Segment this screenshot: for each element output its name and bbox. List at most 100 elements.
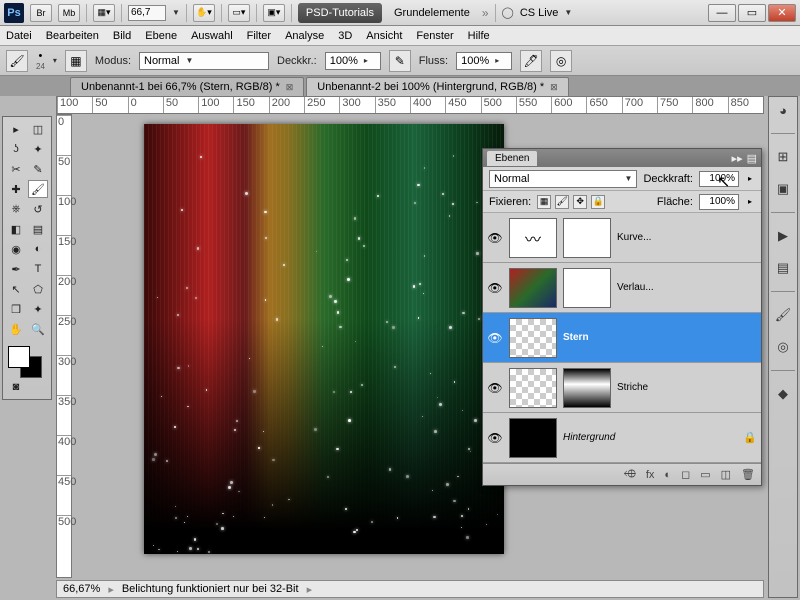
brush-tool[interactable]: 🖌 (28, 180, 48, 198)
delete-layer-icon[interactable]: 🗑 (741, 468, 755, 481)
maximize-button[interactable]: ▭ (738, 4, 766, 22)
color-swatches[interactable] (6, 344, 48, 376)
lock-all-icon[interactable]: 🔒 (591, 195, 605, 209)
visibility-icon[interactable]: 👁 (487, 331, 503, 345)
panel-menu-icon[interactable]: ▤ (747, 152, 757, 165)
document-tab-2[interactable]: Unbenannt-2 bei 100% (Hintergrund, RGB/8… (306, 77, 568, 96)
close-button[interactable]: ✕ (768, 4, 796, 22)
visibility-icon[interactable]: 👁 (487, 431, 503, 445)
fill-field[interactable] (699, 194, 739, 210)
zoom-tool[interactable]: 🔍 (28, 320, 48, 338)
pressure-opacity-icon[interactable]: ✎ (389, 50, 411, 72)
lock-position-icon[interactable]: ✥ (573, 195, 587, 209)
foreground-swatch[interactable] (8, 346, 30, 368)
type-tool[interactable]: T (28, 260, 48, 278)
arrange-button[interactable]: ▭▾ (228, 4, 250, 22)
cslive-button[interactable]: CS Live (520, 7, 559, 19)
flow-field[interactable]: 100%▸ (456, 52, 512, 70)
blur-tool[interactable]: ◉ (6, 240, 26, 258)
menu-3d[interactable]: 3D (338, 30, 352, 42)
workspace-name[interactable]: Grundelemente (388, 7, 476, 19)
visibility-icon[interactable]: 👁 (487, 381, 503, 395)
cslive-dropdown-icon[interactable]: ▼ (564, 8, 572, 17)
close-tab-icon[interactable]: ⊠ (286, 82, 294, 93)
layer-mask-icon[interactable]: ◐ (664, 469, 671, 481)
hand-tool[interactable]: ✋ (6, 320, 26, 338)
pressure-size-icon[interactable]: ◎ (550, 50, 572, 72)
menu-ansicht[interactable]: Ansicht (366, 30, 402, 42)
document-tab-1[interactable]: Unbenannt-1 bei 66,7% (Stern, RGB/8) * ⊠ (70, 77, 304, 96)
layer-blend-select[interactable]: Normal ▼ (489, 170, 637, 188)
workspace-more-icon[interactable]: » (482, 6, 489, 20)
bridge-button[interactable]: Br (30, 4, 52, 22)
brush-panel-icon[interactable]: 🖌 (773, 306, 793, 324)
menu-analyse[interactable]: Analyse (285, 30, 324, 42)
layers-tab[interactable]: Ebenen (487, 151, 537, 166)
view-extras-button[interactable]: ▦▾ (93, 4, 115, 22)
marquee-tool[interactable]: ◫ (28, 120, 48, 138)
layers-dock-icon[interactable]: ◆ (773, 385, 793, 403)
quickmask-button[interactable]: ◙ (6, 378, 26, 396)
menu-bearbeiten[interactable]: Bearbeiten (46, 30, 99, 42)
layer-row[interactable]: 👁〰Kurve... (483, 213, 761, 263)
layer-opacity-field[interactable] (699, 171, 739, 187)
menu-auswahl[interactable]: Auswahl (191, 30, 233, 42)
new-layer-icon[interactable]: ◫ (721, 468, 731, 481)
dodge-tool[interactable]: ◐ (28, 240, 48, 258)
path-select-tool[interactable]: ↖ (6, 280, 26, 298)
layer-row[interactable]: 👁Stern (483, 313, 761, 363)
lock-transparent-icon[interactable]: ▦ (537, 195, 551, 209)
opacity-field[interactable]: 100%▸ (325, 52, 381, 70)
airbrush-icon[interactable]: 🖊 (520, 50, 542, 72)
hand-tool-button[interactable]: ✋▾ (193, 4, 215, 22)
shape-tool[interactable]: ⬠ (28, 280, 48, 298)
group-icon[interactable]: ▭ (700, 468, 710, 481)
status-zoom[interactable]: 66,67% (63, 583, 100, 595)
stamp-tool[interactable]: ⎈ (6, 200, 26, 218)
3d-camera-tool[interactable]: ✦ (28, 300, 48, 318)
3d-tool[interactable]: ❒ (6, 300, 26, 318)
layer-thumb[interactable] (509, 418, 557, 458)
masks-panel-icon[interactable]: ▣ (773, 180, 793, 198)
menu-datei[interactable]: Datei (6, 30, 32, 42)
color-panel-icon[interactable]: ◕ (773, 101, 793, 119)
zoom-field[interactable] (128, 5, 166, 21)
styles-panel-icon[interactable]: ◎ (773, 338, 793, 356)
layer-thumb[interactable]: 〰 (509, 218, 557, 258)
actions-panel-icon[interactable]: ▤ (773, 259, 793, 277)
history-brush-tool[interactable]: ↺ (28, 200, 48, 218)
menu-filter[interactable]: Filter (247, 30, 271, 42)
workspace-pill[interactable]: PSD-Tutorials (298, 3, 382, 23)
move-tool[interactable]: ▸ (6, 120, 26, 138)
screen-mode-button[interactable]: ▣▾ (263, 4, 285, 22)
panel-collapse-icon[interactable]: ▸▸ (732, 152, 743, 165)
layer-mask-thumb[interactable] (563, 368, 611, 408)
artwork[interactable] (144, 124, 504, 554)
adjustment-icon[interactable]: ◻ (681, 468, 690, 481)
eyedropper-tool[interactable]: ✎ (28, 160, 48, 178)
layer-mask-thumb[interactable] (563, 218, 611, 258)
layer-row[interactable]: 👁Striche (483, 363, 761, 413)
magic-wand-tool[interactable]: ✦ (28, 140, 48, 158)
menu-fenster[interactable]: Fenster (416, 30, 453, 42)
close-tab-icon[interactable]: ⊠ (550, 82, 558, 93)
adjustments-panel-icon[interactable]: ⊞ (773, 148, 793, 166)
brush-picker-icon[interactable]: ▾ (53, 56, 57, 65)
minibridge-button[interactable]: Mb (58, 4, 80, 22)
layer-fx-icon[interactable]: fx (646, 469, 655, 481)
fill-flyout-icon[interactable]: ▸ (745, 197, 755, 206)
lasso-tool[interactable]: ʖ (6, 140, 26, 158)
layer-thumb[interactable] (509, 268, 557, 308)
layer-thumb[interactable] (509, 318, 557, 358)
layer-row[interactable]: 👁Verlau... (483, 263, 761, 313)
menu-ebene[interactable]: Ebene (145, 30, 177, 42)
opacity-flyout-icon[interactable]: ▸ (745, 174, 755, 183)
brush-dot-icon[interactable]: • (39, 50, 43, 62)
healing-tool[interactable]: ✚ (6, 180, 26, 198)
lock-pixels-icon[interactable]: 🖌 (555, 195, 569, 209)
link-layers-icon[interactable]: ⬲ (624, 468, 636, 481)
blend-mode-select[interactable]: Normal▼ (139, 52, 269, 70)
layer-thumb[interactable] (509, 368, 557, 408)
tool-preset-button[interactable]: 🖌 (6, 50, 28, 72)
layer-mask-thumb[interactable] (563, 268, 611, 308)
